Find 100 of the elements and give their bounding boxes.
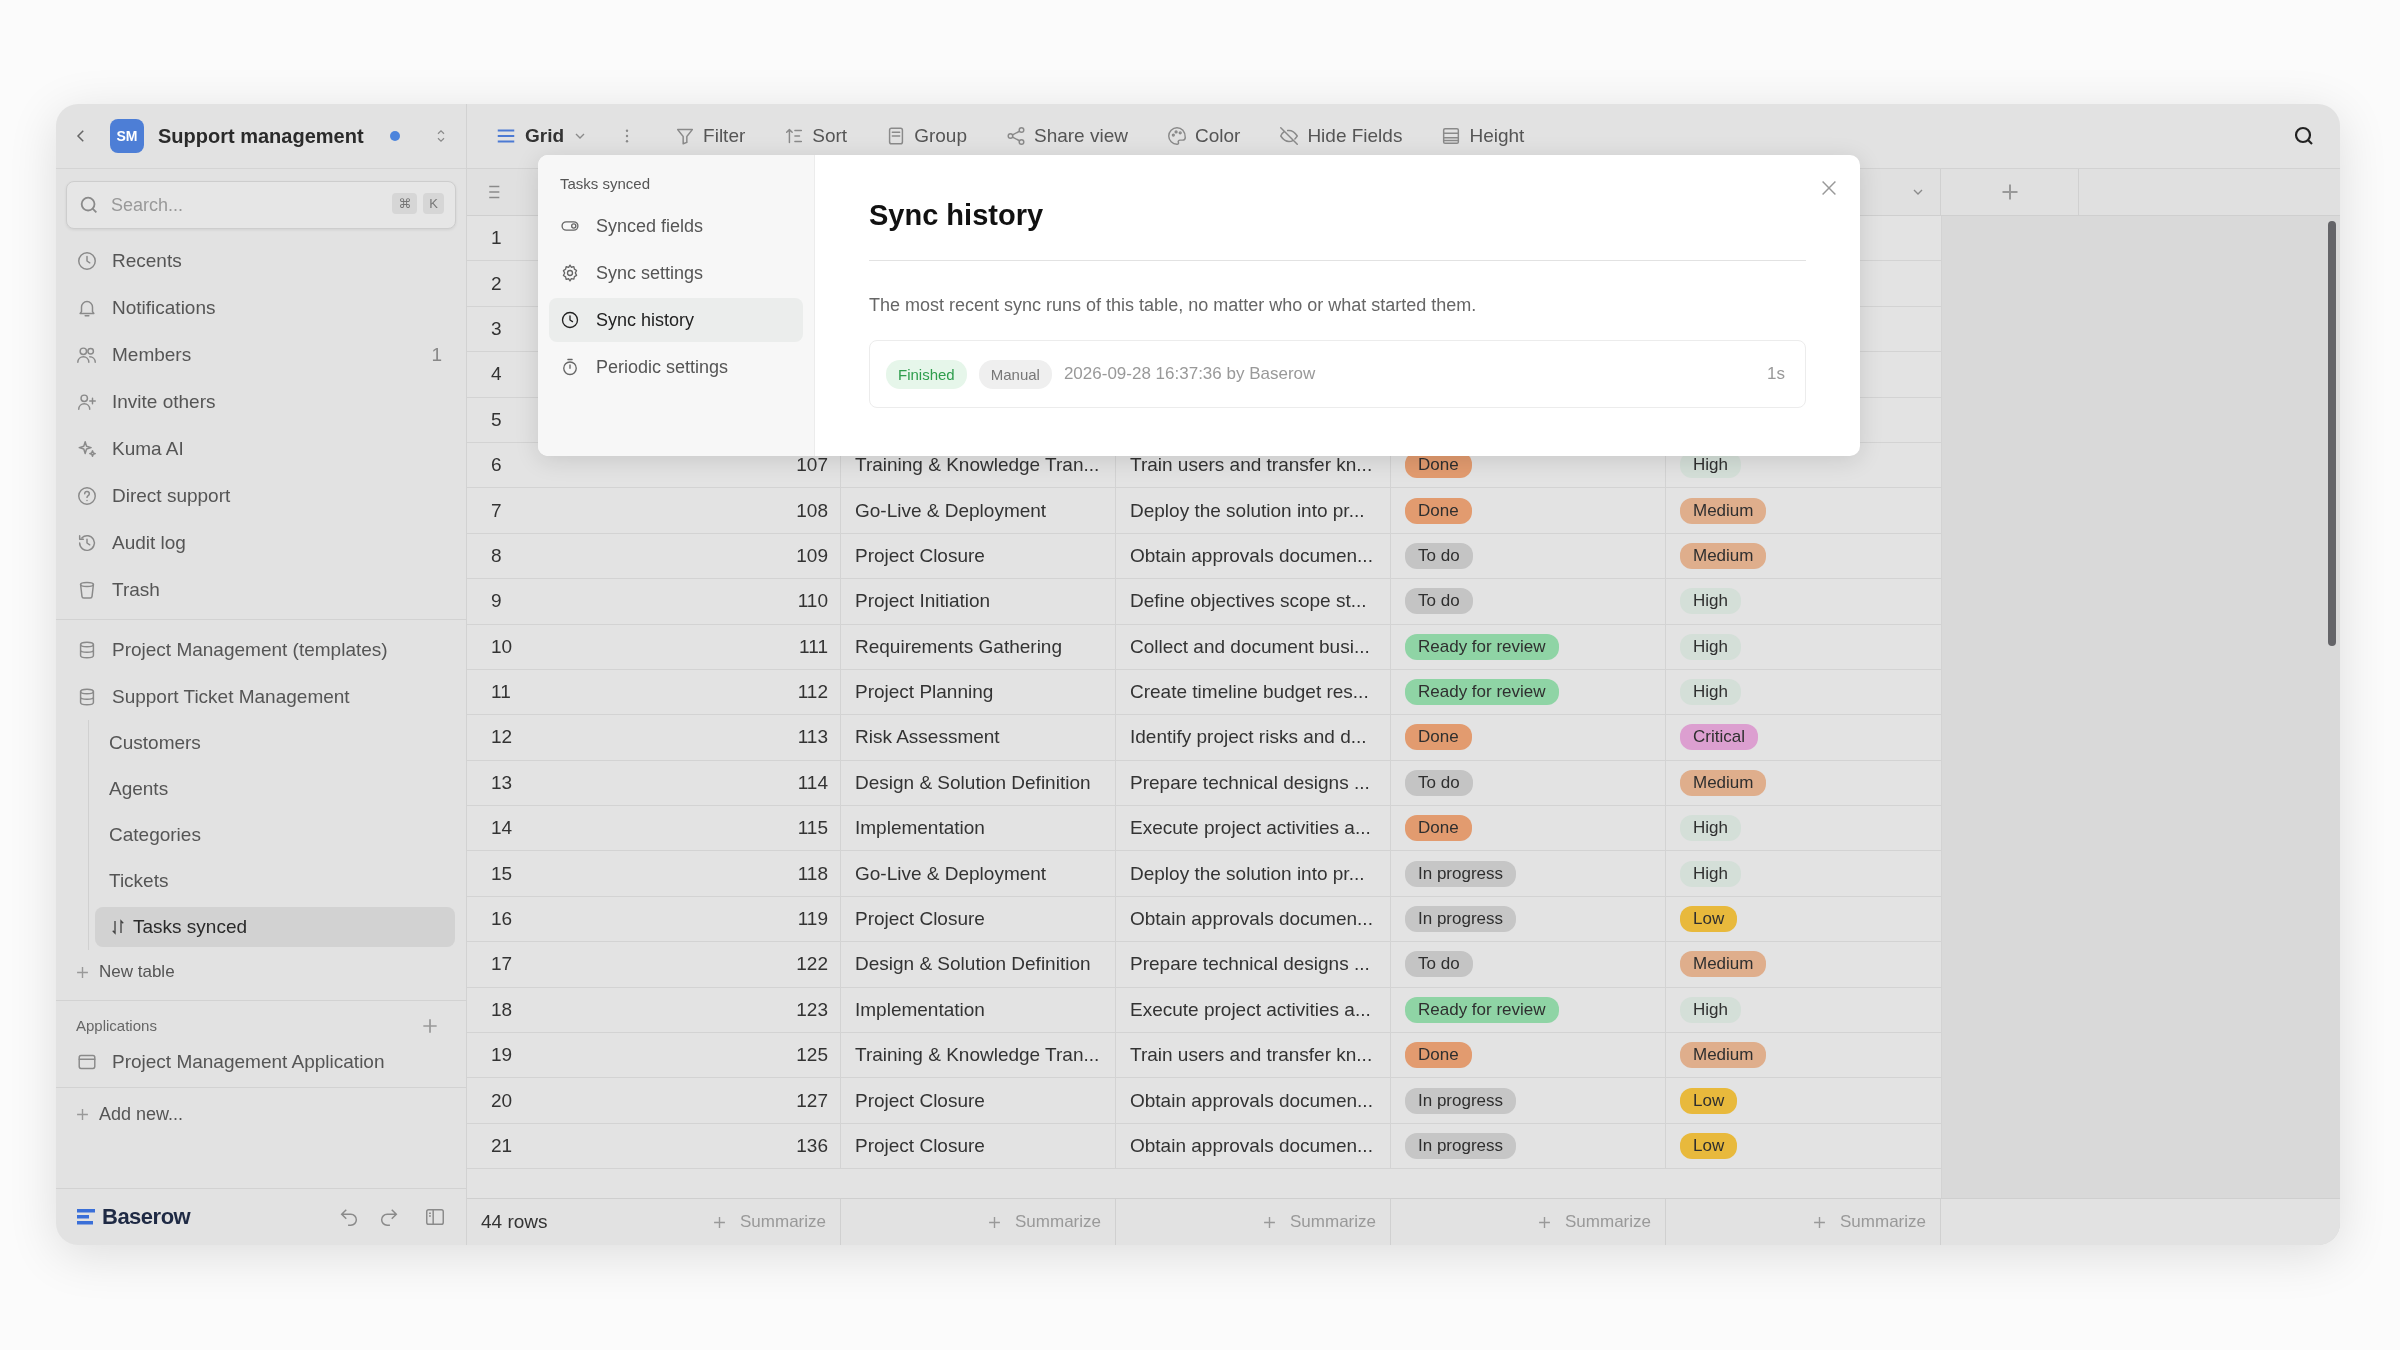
toolbar-button[interactable]: Filter (674, 125, 746, 147)
priority-tag: High (1680, 679, 1741, 706)
toolbar-button[interactable]: Height (1440, 125, 1525, 147)
table-cell: Project Closure (855, 1135, 985, 1157)
application-item[interactable]: Project Management Application (56, 1038, 466, 1085)
table-cell: Deploy the solution into pr... (1130, 862, 1365, 885)
table-item[interactable]: Agents (95, 769, 455, 809)
table-cell: Create timeline budget res... (1130, 681, 1369, 704)
row-number: 14 (491, 817, 513, 840)
sidebar-item[interactable]: Trash (56, 566, 466, 613)
table-item[interactable]: Categories (95, 815, 455, 855)
status-tag: In progress (1405, 1133, 1517, 1159)
view-selector[interactable]: Grid (495, 125, 589, 147)
row-id: 107 (796, 454, 828, 477)
redo-icon[interactable] (378, 1206, 400, 1228)
shortcut-key: K (423, 193, 444, 214)
table-cell: Train users and transfer kn... (1130, 1044, 1373, 1067)
row-count: 44 rows (481, 1211, 548, 1233)
dialog-nav-item[interactable]: Synced fields (549, 204, 803, 248)
table-item[interactable]: Customers (95, 723, 455, 763)
row-number: 13 (491, 771, 513, 794)
priority-tag: High (1680, 996, 1741, 1023)
toolbar-button[interactable]: Hide Fields (1278, 125, 1403, 147)
table-cell: Design & Solution Definition (855, 953, 1091, 976)
priority-tag: Medium (1680, 497, 1767, 524)
run-duration: 1s (1767, 364, 1785, 384)
row-id: 110 (797, 590, 828, 613)
row-id: 119 (797, 908, 828, 931)
sidebar-item[interactable]: Audit log (56, 519, 466, 566)
dialog-title: Sync history (869, 199, 1806, 261)
priority-tag: Medium (1680, 951, 1767, 978)
member-count: 1 (431, 343, 443, 366)
toolbar-button[interactable]: Sort (783, 125, 848, 147)
workspace-name[interactable]: Support management (158, 124, 376, 148)
help-icon (76, 484, 98, 507)
run-detail: 2026-09-28 16:37:36 by Baserow (1063, 364, 1317, 384)
row-id: 136 (796, 1135, 828, 1157)
sidebar-item[interactable]: Notifications (56, 284, 466, 331)
toolbar-button[interactable]: Color (1165, 125, 1241, 147)
status-tag: Done (1405, 497, 1472, 524)
undo-icon[interactable] (338, 1206, 360, 1228)
scrollbar[interactable] (2328, 221, 2336, 646)
row-number: 1 (491, 227, 502, 250)
table-cell: Requirements Gathering (855, 635, 1062, 658)
status-tag: To do (1405, 951, 1473, 978)
table-item[interactable]: Tickets (95, 861, 455, 901)
trigger-tag: Manual (978, 359, 1052, 389)
toolbar-button[interactable]: Share view (1004, 125, 1128, 147)
row-id: 127 (796, 1089, 828, 1112)
add-application-icon[interactable] (422, 1017, 438, 1034)
add-field-icon[interactable] (2000, 183, 2019, 201)
sidebar-item[interactable]: Direct support (56, 472, 466, 519)
new-table-button[interactable]: New table (56, 950, 466, 994)
clock-icon (560, 310, 580, 330)
logo-text: Baserow (102, 1204, 191, 1230)
priority-tag: Low (1680, 906, 1738, 933)
toolbar-button[interactable]: Group (885, 125, 967, 147)
priority-tag: Medium (1680, 542, 1767, 569)
priority-tag: Low (1680, 1087, 1738, 1114)
sidebar-item[interactable]: Recents (56, 237, 466, 284)
database-item[interactable]: Support Ticket Management (56, 673, 466, 720)
row-number: 19 (491, 1044, 513, 1067)
dialog-nav-item[interactable]: Sync settings (549, 251, 803, 295)
status-tag: To do (1405, 542, 1473, 569)
dialog-nav-item[interactable]: Sync history (549, 298, 803, 342)
database-item[interactable]: Project Management (templates) (56, 626, 466, 673)
row-id: 109 (796, 544, 828, 567)
table-cell: Training & Knowledge Tran... (855, 1044, 1100, 1067)
row-number: 20 (491, 1089, 513, 1112)
table-cell: Identify project risks and d... (1130, 726, 1367, 749)
priority-tag: Medium (1680, 1042, 1767, 1069)
row-number: 2 (491, 272, 502, 295)
logo-icon (76, 1207, 96, 1227)
sidebar-toggle-icon[interactable] (424, 1206, 446, 1228)
table-cell: Train users and transfer kn... (1130, 454, 1373, 477)
row-id: 118 (797, 862, 828, 885)
plus-icon (988, 1215, 1002, 1229)
table-name: Tasks synced (559, 175, 652, 194)
table-cell: Go-Live & Deployment (855, 499, 1047, 522)
table-cell: Training & Knowledge Tran... (855, 454, 1100, 477)
table-cell: Execute project activities a... (1130, 998, 1371, 1021)
priority-tag: High (1680, 633, 1741, 660)
table-cell: Implementation (855, 998, 985, 1021)
sidebar-item[interactable]: Invite others (56, 378, 466, 425)
add-new-button[interactable]: Add new... (56, 1088, 466, 1140)
eye-off-icon (1278, 125, 1301, 147)
row-number: 10 (491, 635, 513, 658)
row-number: 3 (491, 317, 502, 340)
row-number: 5 (491, 408, 502, 431)
table-cell: Project Initiation (855, 590, 991, 613)
sidebar-item[interactable]: Kuma AI (56, 425, 466, 472)
dialog-nav-item[interactable]: Periodic settings (549, 345, 803, 389)
search-icon (78, 194, 100, 216)
priority-tag: High (1680, 588, 1741, 615)
row-id: 122 (796, 953, 828, 976)
status-tag: Done (1405, 815, 1472, 842)
status-tag: To do (1405, 769, 1473, 796)
sidebar-item[interactable]: Members 1 (56, 331, 466, 378)
table-item[interactable]: Tasks synced (95, 907, 455, 947)
row-number: 4 (491, 363, 502, 386)
